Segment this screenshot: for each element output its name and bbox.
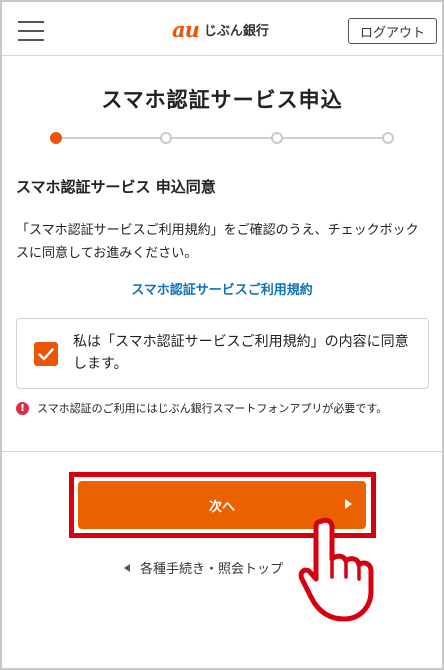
terms-link[interactable]: スマホ認証サービスご利用規約 bbox=[0, 279, 444, 298]
arrow-right-icon bbox=[345, 499, 352, 509]
brand-logo: au じぶん銀行 bbox=[172, 16, 269, 42]
back-link-label: 各種手続き・照会トップ bbox=[140, 562, 284, 577]
notice-text: スマホ認証のご利用にはじぶん銀行スマートフォンアプリが必要です。 bbox=[37, 402, 388, 415]
logo-mark: au bbox=[172, 16, 200, 42]
consent-box[interactable]: 私は「スマホ認証サービスご利用規約」の内容に同意します。 bbox=[16, 318, 429, 389]
next-button-label: 次へ bbox=[208, 499, 235, 515]
logout-button[interactable]: ログアウト bbox=[348, 18, 437, 44]
menu-icon[interactable] bbox=[18, 19, 44, 43]
app-required-notice: ! スマホ認証のご利用にはじぶん銀行スマートフォンアプリが必要です。 bbox=[16, 400, 387, 416]
instruction-text: 「スマホ認証サービスご利用規約」をご確認のうえ、チェックボックスに同意してお進み… bbox=[16, 223, 419, 261]
consent-label[interactable]: 私は「スマホ認証サービスご利用規約」の内容に同意します。 bbox=[73, 331, 418, 375]
progress-stepper bbox=[50, 130, 394, 146]
pointing-hand-icon bbox=[298, 517, 374, 622]
divider bbox=[2, 451, 442, 452]
check-icon bbox=[38, 347, 54, 360]
page-title: スマホ認証サービス申込 bbox=[101, 88, 343, 112]
step-1-indicator bbox=[50, 132, 62, 144]
arrow-left-icon bbox=[124, 563, 130, 572]
step-3-indicator bbox=[271, 132, 283, 144]
stepper-line bbox=[56, 137, 388, 139]
app-header: au じぶん銀行 ログアウト bbox=[2, 2, 442, 56]
consent-checkbox[interactable] bbox=[34, 342, 58, 366]
logo-bank-name: じぶん銀行 bbox=[203, 23, 269, 39]
alert-icon: ! bbox=[16, 401, 29, 415]
section-title: スマホ認証サービス 申込同意 bbox=[16, 178, 216, 196]
step-2-indicator bbox=[160, 132, 172, 144]
step-4-indicator bbox=[382, 132, 394, 144]
back-to-top-link[interactable]: 各種手続き・照会トップ bbox=[124, 558, 283, 577]
